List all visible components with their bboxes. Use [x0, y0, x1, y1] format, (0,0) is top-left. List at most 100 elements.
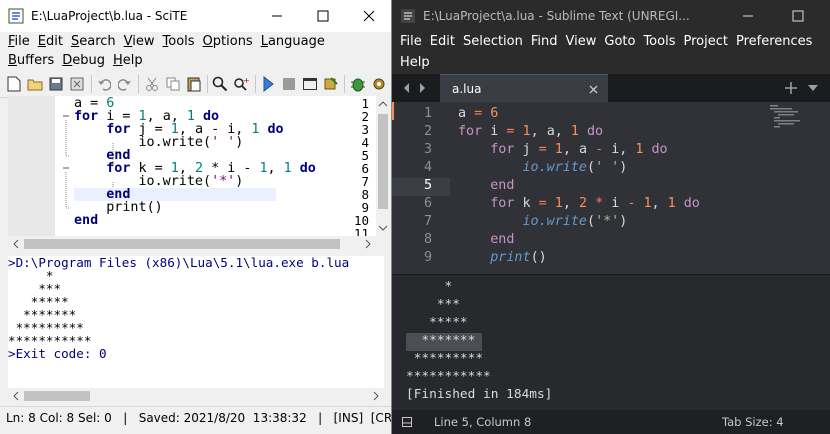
cut-button[interactable]	[143, 75, 160, 93]
output-button[interactable]	[302, 75, 319, 93]
maximize-icon	[317, 10, 329, 22]
line-number: 9	[423, 250, 432, 265]
output-line: ***	[406, 297, 460, 312]
replace-button[interactable]: +	[233, 75, 250, 93]
scite-toolbar: +	[0, 70, 391, 98]
line-number: 1	[423, 106, 432, 121]
menu-view[interactable]: View	[562, 32, 601, 53]
menu-tools[interactable]: Tools	[159, 32, 199, 51]
code-line-1: a = 6	[458, 106, 499, 121]
menu-debug[interactable]: Debug	[58, 51, 109, 70]
output-line: *********	[406, 351, 484, 366]
tab-a-lua[interactable]: a.lua	[440, 74, 608, 102]
editor-vertical-scrollbar[interactable]	[376, 96, 390, 236]
open-button[interactable]	[27, 75, 44, 93]
redo-button[interactable]	[116, 75, 133, 93]
sublime-maximize-button[interactable]	[782, 0, 814, 32]
scite-menubar: File Edit Search View Tools Options Lang…	[0, 32, 374, 70]
gear-icon	[373, 78, 385, 89]
build-button[interactable]	[349, 75, 366, 93]
compile-button[interactable]	[260, 75, 277, 93]
close-file-button[interactable]	[69, 75, 86, 93]
stop-icon	[283, 77, 296, 90]
sublime-statusbar: Line 5, Column 8 Tab Size: 4	[392, 410, 830, 434]
toolbar-separator	[90, 74, 92, 93]
play-icon	[263, 75, 274, 92]
line-number: 7	[423, 214, 432, 229]
go-button[interactable]	[370, 75, 387, 93]
code-line-7: io.write('*')	[522, 214, 628, 229]
menu-file[interactable]: File	[396, 32, 426, 53]
tab-close-icon[interactable]	[589, 85, 598, 94]
scite-output-pane[interactable]: >D:\Program Files (x86)\Lua\5.1\lua.exe …	[8, 256, 384, 388]
menu-tools[interactable]: Tools	[639, 32, 679, 53]
menu-preferences[interactable]: Preferences	[732, 32, 816, 53]
panel-toggle-icon[interactable]	[402, 417, 412, 427]
sublime-editor[interactable]: 1 2 3 4 5 6 7 8 9 a = 6 for i = 1, a, 1 do for j…	[392, 102, 830, 274]
scite-editor[interactable]: 1 2 3 4 5 6 7 8 9 10 11 a = 6 for i = 1, a, 1 do f…	[8, 96, 376, 236]
code-line-2: for i = 1, a, 1 do	[458, 124, 604, 139]
code-line-6: for k = 1, 2 * i - 1, 1 do	[490, 196, 700, 211]
output-finished: [Finished in 184ms]	[406, 387, 553, 402]
copy-button[interactable]	[164, 75, 181, 93]
code-line-4: io.write(' ')	[522, 160, 628, 175]
output-line: *	[406, 279, 453, 294]
scite-statusbar: Ln: 8 Col: 8 Sel: 0 | Saved: 2021/8/20 1…	[0, 406, 391, 434]
minimize-icon	[743, 15, 753, 17]
new-tab-plus-icon[interactable]	[784, 81, 798, 95]
tab-dropdown-icon[interactable]	[808, 85, 818, 91]
menu-find[interactable]: Find	[527, 32, 562, 53]
menu-project[interactable]: Project	[679, 32, 731, 53]
menu-goto[interactable]: Goto	[600, 32, 639, 53]
menu-file[interactable]: File	[4, 32, 34, 51]
undo-icon	[98, 78, 112, 91]
maximize-icon	[792, 10, 804, 22]
minimap[interactable]	[770, 104, 810, 128]
find-replace-icon: +	[234, 76, 249, 91]
output-horizontal-scrollbar[interactable]	[8, 388, 384, 404]
undo-button[interactable]	[96, 75, 113, 93]
toolbar-separator	[254, 74, 256, 93]
editor-horizontal-scrollbar[interactable]	[8, 236, 376, 252]
sublime-app-icon	[401, 9, 415, 23]
line-number: 6	[423, 196, 432, 211]
tab-nav-arrows-icon[interactable]	[402, 82, 430, 94]
new-button[interactable]	[6, 75, 23, 93]
line-number: 3	[423, 142, 432, 157]
maximize-button[interactable]	[300, 0, 346, 32]
minimize-button[interactable]	[254, 0, 300, 32]
magnifier-icon	[213, 76, 228, 91]
close-button[interactable]	[346, 0, 391, 32]
menu-help[interactable]: Help	[396, 53, 434, 74]
menu-language[interactable]: Language	[257, 32, 329, 51]
cursor-position: Line 5, Column 8	[434, 415, 532, 429]
menu-buffers[interactable]: Buffers	[4, 51, 58, 70]
scite-app-icon	[8, 8, 24, 24]
tools-icon	[324, 76, 338, 89]
menu-edit[interactable]: Edit	[34, 32, 67, 51]
close-doc-icon	[70, 77, 84, 90]
paste-button[interactable]	[185, 75, 202, 93]
new-file-icon	[7, 76, 21, 91]
save-button[interactable]	[48, 75, 65, 93]
sublime-minimize-button[interactable]	[732, 0, 764, 32]
scite-title: E:\LuaProject\b.lua - SciTE	[31, 9, 188, 23]
output-line: *	[8, 268, 54, 283]
output-line: ***********	[406, 369, 491, 384]
redo-icon	[117, 78, 131, 91]
tools-button[interactable]	[322, 75, 339, 93]
stop-button[interactable]	[281, 75, 298, 93]
menu-edit[interactable]: Edit	[426, 32, 459, 53]
line-number: 8	[423, 232, 432, 247]
find-button[interactable]	[212, 75, 229, 93]
menu-help[interactable]: Help	[109, 51, 147, 70]
toolbar-separator	[207, 74, 208, 93]
menu-options[interactable]: Options	[199, 32, 257, 51]
menu-view[interactable]: View	[120, 32, 159, 51]
menu-selection[interactable]: Selection	[459, 32, 527, 53]
sublime-title: E:\LuaProject\a.lua - Sublime Text (UNRE…	[423, 9, 690, 23]
menu-search[interactable]: Search	[67, 32, 120, 51]
sublime-build-output[interactable]: * *** ***** ******* ********* **********…	[392, 274, 830, 411]
tab-size[interactable]: Tab Size: 4	[722, 410, 784, 434]
copy-icon	[166, 77, 180, 90]
